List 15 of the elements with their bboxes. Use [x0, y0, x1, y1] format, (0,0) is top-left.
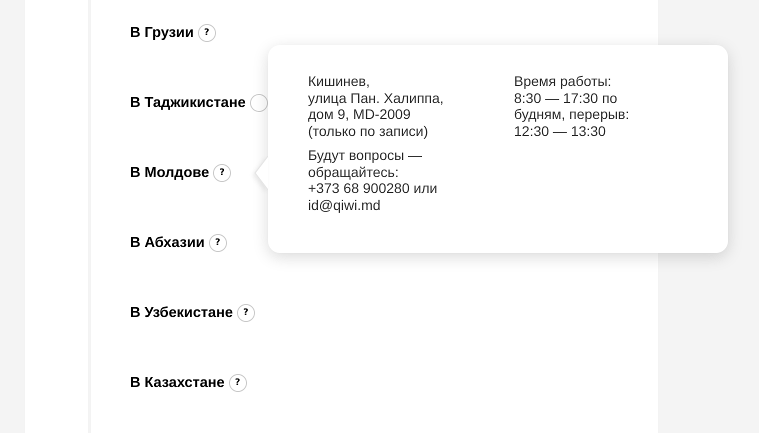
- help-button[interactable]: ?: [228, 374, 247, 392]
- country-label: В Таджикистане: [130, 94, 246, 112]
- country-label: В Казахстане: [130, 374, 225, 392]
- help-button[interactable]: ?: [213, 164, 232, 182]
- country-label: В Узбекистане: [130, 304, 233, 322]
- help-button[interactable]: ?: [208, 234, 227, 252]
- country-label: В Молдове: [130, 164, 210, 182]
- help-button[interactable]: ?: [236, 304, 255, 322]
- contact-text: Будут вопросы — обращайтесь: +373 68 900280 или id@qiwi.md: [308, 147, 438, 213]
- country-label: В Абхазии: [130, 234, 205, 252]
- hours-text: Время работы: 8:30 — 17:30 по будням, перерыв: 12:30 — 13:30: [514, 73, 630, 139]
- help-button[interactable]: ?: [198, 24, 216, 42]
- country-label: В Грузии: [130, 24, 194, 42]
- address-text: Кишинев, улица Пан. Халиппа, дом 9, MD-2009 (только по записи): [308, 73, 445, 139]
- tooltip-pointer: [254, 156, 268, 190]
